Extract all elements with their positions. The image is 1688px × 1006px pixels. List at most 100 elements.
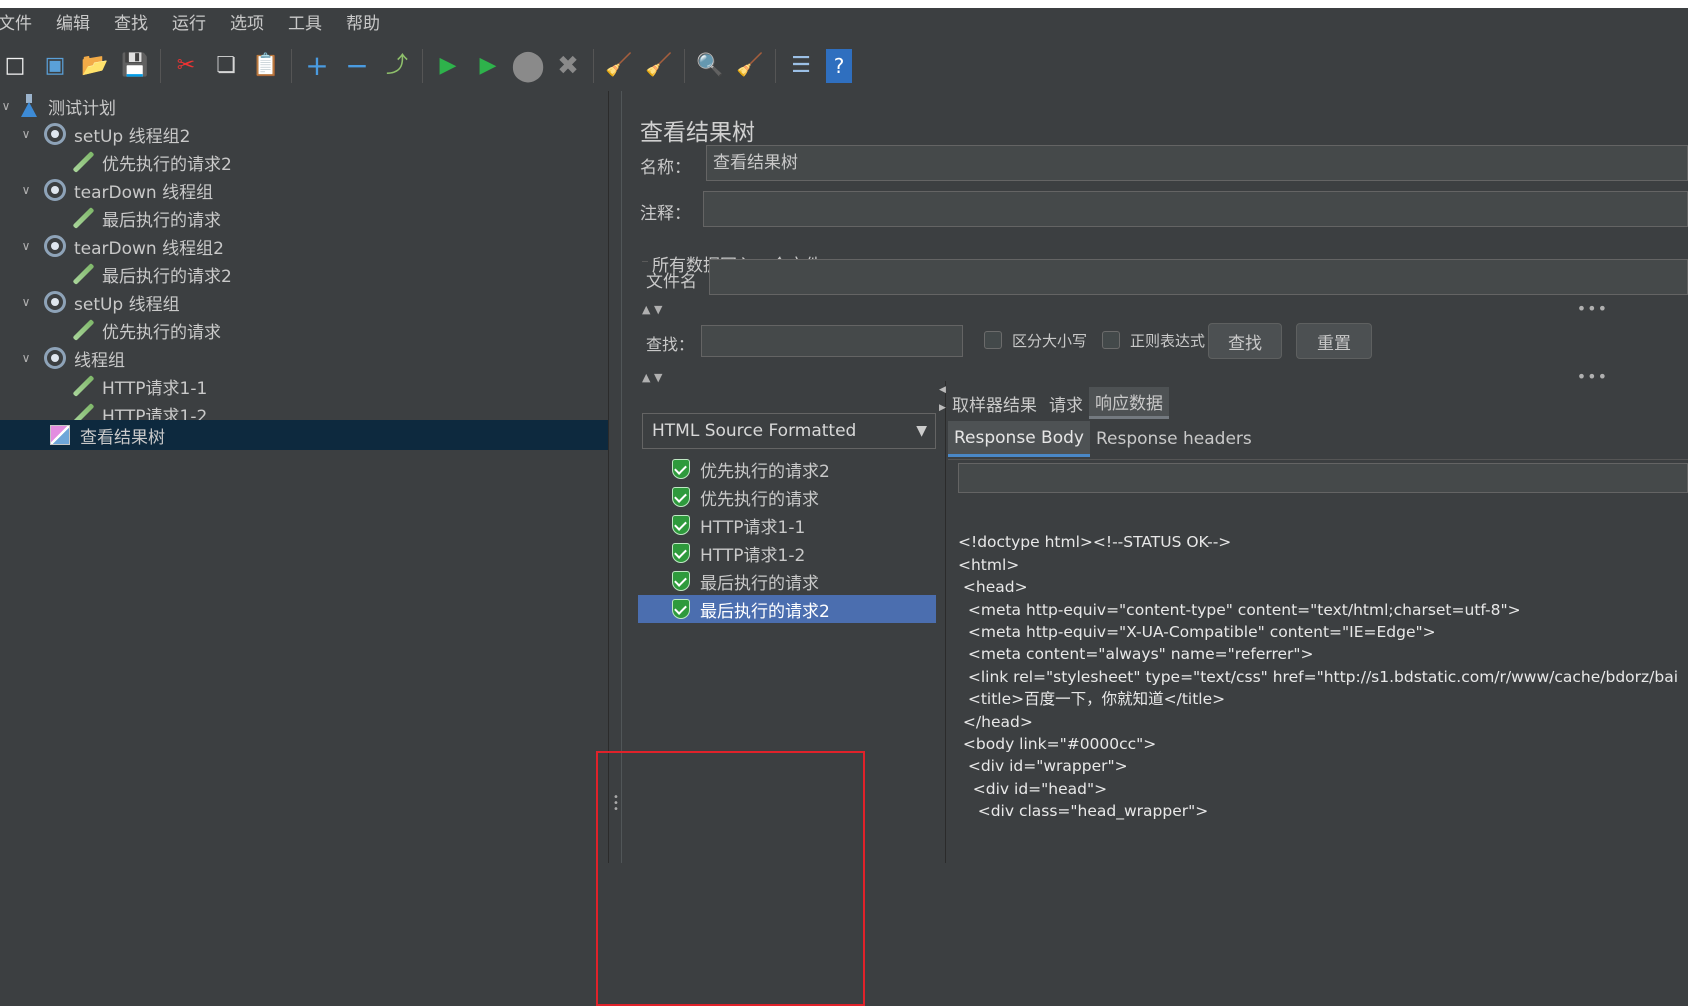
clear-all-icon[interactable]: 🧹 [644, 49, 674, 83]
menu-search[interactable]: 查找 [114, 8, 148, 41]
menu-tools[interactable]: 工具 [288, 8, 322, 41]
comment-field[interactable] [703, 191, 1688, 227]
start-no-pause-icon[interactable]: ▶ [473, 49, 503, 83]
tree-item-teardown-group-2[interactable]: ∨ tearDown 线程组2 [0, 231, 608, 261]
tree-item-sampler[interactable]: 最后执行的请求 [0, 203, 608, 233]
new-icon[interactable]: □ [0, 49, 30, 83]
window-title-strip [0, 0, 1688, 8]
test-plan-tree: ∨ 测试计划 ∨ setUp 线程组2 优先执行的请求2 ∨ tearDown … [0, 91, 608, 863]
templates-icon[interactable]: ▣ [40, 49, 70, 83]
tree-item-teardown-group[interactable]: ∨ tearDown 线程组 [0, 175, 608, 205]
response-search-input[interactable] [958, 463, 1688, 493]
list-item[interactable]: 优先执行的请求 [638, 483, 936, 511]
chevron-down-icon[interactable]: ▼ [916, 414, 927, 448]
function-helper-icon[interactable]: ☰ [786, 49, 816, 83]
chevron-left-icon[interactable]: ◀ [939, 385, 946, 395]
splitter-grip-icon[interactable]: • • • [613, 793, 619, 815]
code-line: <div class="head_wrapper"> [958, 802, 1209, 821]
filename-field[interactable] [709, 259, 1688, 295]
menu-help[interactable]: 帮助 [346, 8, 380, 41]
tab-response-body[interactable]: Response Body [948, 421, 1090, 457]
tree-item-thread-group[interactable]: ∨ 线程组 [0, 343, 608, 373]
chevron-down-icon[interactable]: ∨ [20, 127, 32, 141]
filename-label: 文件名 [646, 272, 697, 292]
tree-item-sampler[interactable]: 优先执行的请求 [0, 315, 608, 345]
chevron-down-icon[interactable]: ∨ [20, 351, 32, 365]
collapse-arrows-icon[interactable]: ▲ ▼ [642, 303, 662, 316]
toggle-icon[interactable]: ⤴ [382, 49, 412, 83]
paste-icon[interactable]: 📋 [251, 49, 281, 83]
highlight-box [596, 751, 865, 1006]
reset-search-icon[interactable]: 🧹 [735, 49, 765, 83]
list-item[interactable]: 优先执行的请求2 [638, 455, 936, 483]
tab-underline [948, 459, 1688, 460]
menu-run[interactable]: 运行 [172, 8, 206, 41]
chevron-down-icon[interactable]: ∨ [0, 99, 12, 113]
search-input[interactable] [701, 325, 963, 357]
tree-item-sampler[interactable]: HTTP请求1-1 [0, 371, 608, 401]
menu-edit[interactable]: 编辑 [56, 8, 90, 41]
tree-item-label: 最后执行的请求 [102, 210, 221, 231]
list-item[interactable]: HTTP请求1-1 [638, 511, 936, 539]
response-body-text[interactable]: <!doctype html><!--STATUS OK--> <html> <h… [958, 509, 1688, 863]
copy-icon[interactable]: ❏ [211, 49, 241, 83]
tab-response-data[interactable]: 响应数据 [1089, 387, 1169, 419]
shutdown-icon[interactable]: ✖ [553, 49, 583, 83]
menu-options[interactable]: 选项 [230, 8, 264, 41]
collapse-icon[interactable]: − [342, 49, 372, 83]
chevron-down-icon[interactable]: ∨ [20, 183, 32, 197]
tree-item-label: tearDown 线程组 [74, 182, 214, 203]
code-line: <html> [958, 555, 1020, 574]
reset-button[interactable]: 重置 [1296, 323, 1372, 359]
tree-item-label: 最后执行的请求2 [102, 266, 232, 287]
sample-label: HTTP请求1-2 [700, 545, 806, 566]
chevron-down-icon[interactable]: ∨ [20, 239, 32, 253]
sample-label: 最后执行的请求2 [700, 601, 830, 622]
menu-file[interactable]: 文件 [0, 8, 32, 41]
regex-label: 正则表达式 [1130, 332, 1206, 350]
renderer-select[interactable]: HTML Source Formatted ▼ [642, 413, 936, 449]
toolbar: □ ▣ 📂 💾 ✂ ❏ 📋 + − ⤴ ▶ ▶ ⬤ ✖ 🧹 🧹 🔍 🧹 ☰ ? [0, 41, 1688, 91]
collapse-divider[interactable]: ▲ ▼ ••• [642, 299, 1688, 318]
code-line: <body link="#0000cc"> [958, 735, 1157, 754]
more-dots-icon[interactable]: ••• [1577, 299, 1608, 318]
tree-item-setup-group-2[interactable]: ∨ setUp 线程组2 [0, 119, 608, 149]
find-button[interactable]: 查找 [1208, 323, 1282, 359]
sampler-icon [72, 151, 94, 173]
help-icon[interactable]: ? [826, 49, 852, 83]
tree-item-label: HTTP请求1-1 [102, 378, 208, 399]
sample-label: HTTP请求1-1 [700, 517, 806, 538]
more-dots-icon[interactable]: ••• [1577, 367, 1608, 386]
tree-item-sampler[interactable]: 优先执行的请求2 [0, 147, 608, 177]
open-icon[interactable]: 📂 [80, 49, 110, 83]
chevron-down-icon[interactable]: ∨ [20, 295, 32, 309]
save-icon[interactable]: 💾 [120, 49, 150, 83]
tree-item-test-plan[interactable]: ∨ 测试计划 [0, 91, 608, 121]
tab-sampler-result[interactable]: 取样器结果 [946, 387, 1043, 419]
sampler-icon [72, 375, 94, 397]
case-sensitive-label: 区分大小写 [1012, 332, 1088, 350]
case-sensitive-checkbox[interactable] [984, 331, 1002, 349]
regex-checkbox[interactable] [1102, 331, 1120, 349]
main-splitter[interactable] [608, 91, 622, 863]
success-shield-icon [672, 543, 690, 563]
tree-item-view-results-tree[interactable]: 查看结果树 [0, 420, 608, 450]
name-field[interactable]: 查看结果树 [706, 145, 1688, 181]
tree-item-sampler[interactable]: 最后执行的请求2 [0, 259, 608, 289]
list-item-selected[interactable]: 最后执行的请求2 [638, 595, 936, 623]
chevron-right-icon[interactable]: ▶ [939, 403, 946, 413]
start-icon[interactable]: ▶ [433, 49, 463, 83]
clear-icon[interactable]: 🧹 [604, 49, 634, 83]
tree-item-setup-group[interactable]: ∨ setUp 线程组 [0, 287, 608, 317]
success-shield-icon [672, 515, 690, 535]
stop-icon[interactable]: ⬤ [511, 49, 545, 83]
cut-icon[interactable]: ✂ [171, 49, 201, 83]
expand-icon[interactable]: + [302, 49, 332, 83]
list-item[interactable]: 最后执行的请求 [638, 567, 936, 595]
results-splitter[interactable]: ◀ ▶ [938, 381, 946, 863]
tab-request[interactable]: 请求 [1043, 387, 1089, 419]
list-item[interactable]: HTTP请求1-2 [638, 539, 936, 567]
tab-response-headers[interactable]: Response headers [1090, 421, 1258, 457]
search-icon[interactable]: 🔍 [695, 49, 725, 83]
collapse-arrows-icon[interactable]: ▲ ▼ [642, 371, 662, 384]
